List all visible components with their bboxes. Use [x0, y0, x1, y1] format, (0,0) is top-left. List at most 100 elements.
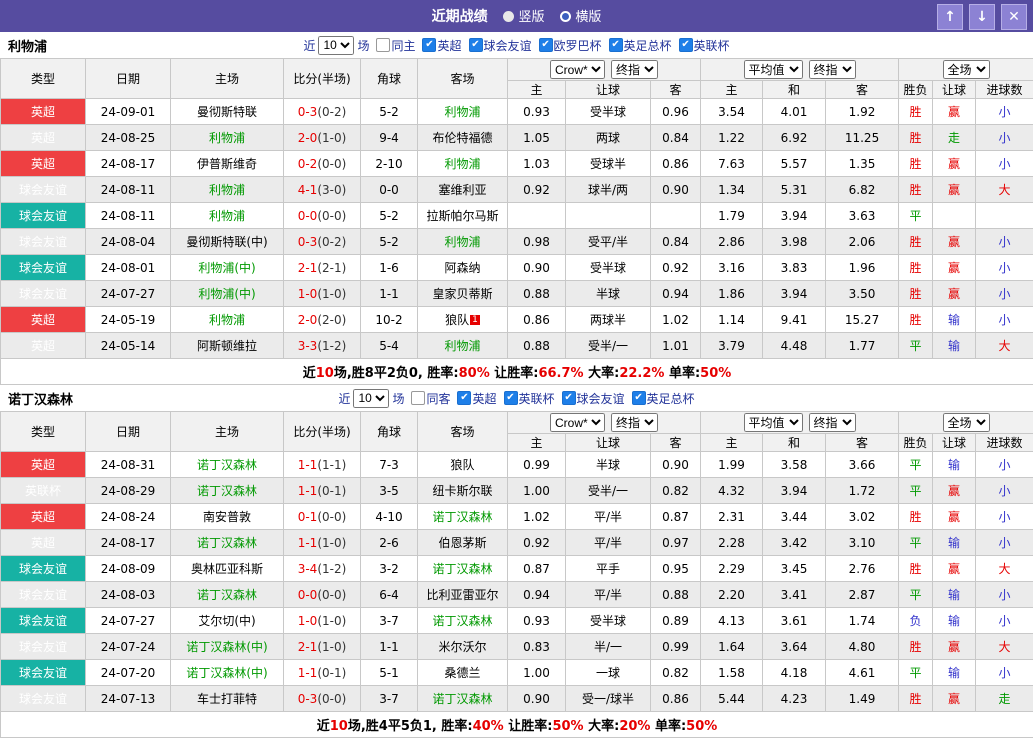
subcolumn-header: 让球	[566, 434, 651, 452]
league-checkbox[interactable]: ✔	[422, 38, 436, 52]
away-team: 塞维利亚	[438, 183, 486, 197]
summary-cell: 近10场,胜8平2负0, 胜率:80% 让胜率:66.7% 大率:22.2% 单…	[1, 359, 1033, 385]
league-filter[interactable]: ✔欧罗巴杯	[532, 37, 602, 54]
same-venue-checkbox[interactable]	[376, 38, 390, 52]
euro-draw-odds: 4.23	[763, 686, 826, 712]
league-filter[interactable]: ✔英超	[415, 37, 461, 54]
league-filter[interactable]: ✔球会友谊	[462, 37, 532, 54]
vertical-layout-radio[interactable]	[503, 11, 514, 22]
same-venue-checkbox[interactable]	[411, 391, 425, 405]
same-venue-filter[interactable]: 同客	[404, 390, 450, 407]
league-filter[interactable]: ✔英联杯	[672, 37, 730, 54]
league-badge: 球会友谊	[1, 229, 86, 255]
move-down-button[interactable]: ↓	[969, 4, 995, 30]
final-odds-select[interactable]: 终指	[611, 413, 658, 432]
arrow-up-icon: ↑	[944, 9, 956, 25]
odds-company-select[interactable]: Crow*	[550, 413, 605, 432]
away-team: 诺丁汉森林	[432, 562, 492, 576]
league-checkbox[interactable]: ✔	[469, 38, 483, 52]
euro-draw-odds: 3.45	[763, 556, 826, 582]
goals-result-cell: 小	[976, 608, 1033, 634]
home-team-cell: 诺丁汉森林	[171, 582, 284, 608]
halftime-score: (0-0)	[317, 692, 346, 706]
league-filter[interactable]: ✔英足总杯	[625, 390, 695, 407]
score-cell: 1-1(1-1)	[284, 452, 361, 478]
corner-cell: 5-2	[361, 229, 418, 255]
corner-cell: 3-7	[361, 608, 418, 634]
home-team-cell: 曼彻斯特联(中)	[171, 229, 284, 255]
euro-away-odds: 1.35	[826, 151, 899, 177]
corner-cell: 9-4	[361, 125, 418, 151]
odds-company-select[interactable]: Crow*	[550, 60, 605, 79]
league-filter[interactable]: ✔英超	[450, 390, 496, 407]
halftime-score: (1-0)	[317, 640, 346, 654]
corner-cell: 3-7	[361, 686, 418, 712]
same-venue-filter[interactable]: 同主	[369, 37, 415, 54]
match-scope-select[interactable]: 全场	[943, 60, 990, 79]
league-filter[interactable]: ✔英联杯	[497, 390, 555, 407]
score-cell: 2-0(2-0)	[284, 307, 361, 333]
goals-result-cell: 小	[976, 281, 1033, 307]
final-odds-select[interactable]: 终指	[611, 60, 658, 79]
asian-away-odds: 0.89	[651, 608, 701, 634]
home-team: 诺丁汉森林(中)	[186, 640, 267, 654]
halftime-score: (1-2)	[317, 339, 346, 353]
league-checkbox[interactable]: ✔	[457, 391, 471, 405]
subcolumn-header: 和	[763, 81, 826, 99]
league-checkbox[interactable]: ✔	[609, 38, 623, 52]
league-checkbox[interactable]: ✔	[539, 38, 553, 52]
away-team: 米尔沃尔	[438, 640, 486, 654]
horizontal-layout-radio[interactable]	[560, 11, 571, 22]
away-team-cell: 诺丁汉森林	[418, 608, 508, 634]
home-team-cell: 利物浦	[171, 177, 284, 203]
match-count-select[interactable]: 10	[318, 36, 354, 55]
away-team: 阿森纳	[444, 261, 480, 275]
euro-home-odds: 2.31	[701, 504, 763, 530]
home-team: 南安普敦	[203, 510, 251, 524]
score-cell: 3-3(1-2)	[284, 333, 361, 359]
asian-handicap: 平/半	[566, 530, 651, 556]
corner-cell: 1-1	[361, 281, 418, 307]
final-odds-select[interactable]: 终指	[809, 60, 856, 79]
corner-cell: 10-2	[361, 307, 418, 333]
league-checkbox[interactable]: ✔	[504, 391, 518, 405]
score-cell: 0-3(0-2)	[284, 229, 361, 255]
asian-home-odds: 1.05	[508, 125, 566, 151]
match-row: 球会友谊24-07-24诺丁汉森林(中)2-1(1-0)1-1米尔沃尔0.83半…	[1, 634, 1033, 660]
league-filter[interactable]: ✔英足总杯	[602, 37, 672, 54]
halftime-score: (1-0)	[317, 614, 346, 628]
league-checkbox[interactable]: ✔	[679, 38, 693, 52]
close-button[interactable]: ✕	[1001, 4, 1027, 30]
date-cell: 24-08-11	[86, 203, 171, 229]
match-scope-select[interactable]: 全场	[943, 413, 990, 432]
euro-away-odds: 15.27	[826, 307, 899, 333]
league-filter[interactable]: ✔球会友谊	[555, 390, 625, 407]
summary-segment: 让胜率:	[490, 366, 539, 381]
outcome-cell: 胜	[899, 229, 933, 255]
euro-draw-odds: 3.61	[763, 608, 826, 634]
fulltime-score: 1-1	[298, 536, 318, 550]
league-badge: 球会友谊	[1, 203, 86, 229]
score-cell: 0-3(0-0)	[284, 686, 361, 712]
away-team-cell: 利物浦	[418, 151, 508, 177]
league-filter-label: 球会友谊	[577, 390, 625, 407]
move-up-button[interactable]: ↑	[937, 4, 963, 30]
away-team: 桑德兰	[444, 666, 480, 680]
league-checkbox[interactable]: ✔	[632, 391, 646, 405]
league-badge: 英超	[1, 452, 86, 478]
league-filter-label: 英联杯	[519, 390, 555, 407]
final-odds-select[interactable]: 终指	[809, 413, 856, 432]
asian-home-odds: 0.88	[508, 281, 566, 307]
league-checkbox[interactable]: ✔	[562, 391, 576, 405]
match-count-select[interactable]: 10	[353, 389, 389, 408]
handicap-result-cell: 赢	[933, 556, 976, 582]
summary-segment: 单率:	[664, 366, 700, 381]
corner-cell: 5-2	[361, 203, 418, 229]
near-label: 近	[303, 37, 315, 54]
column-header: 客场	[418, 412, 508, 452]
goals-result-cell: 大	[976, 333, 1033, 359]
average-odds-select[interactable]: 平均值	[744, 60, 803, 79]
league-badge: 球会友谊	[1, 281, 86, 307]
average-odds-select[interactable]: 平均值	[744, 413, 803, 432]
halftime-score: (2-0)	[317, 313, 346, 327]
